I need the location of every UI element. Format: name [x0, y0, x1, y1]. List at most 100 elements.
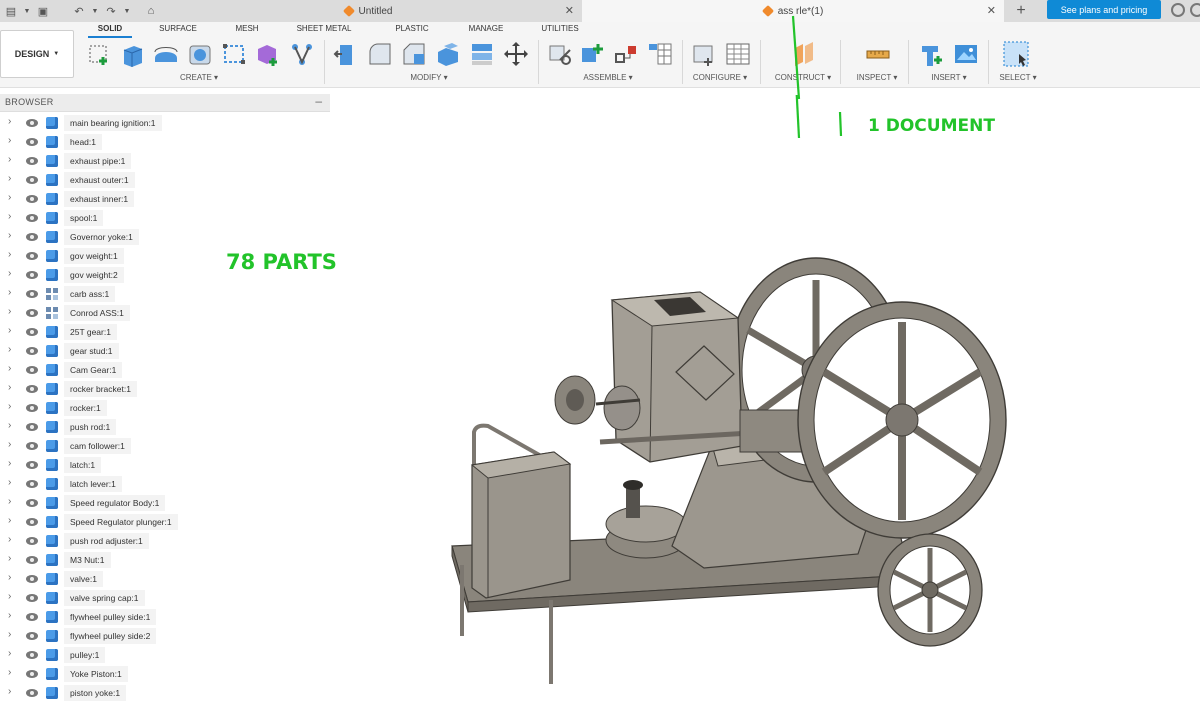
- joint-icon[interactable]: [578, 40, 606, 68]
- browser-item-label[interactable]: 25T gear:1: [64, 324, 117, 340]
- visibility-eye-icon[interactable]: [26, 233, 38, 241]
- expand-chevron-icon[interactable]: ›: [8, 268, 11, 279]
- visibility-eye-icon[interactable]: [26, 461, 38, 469]
- expand-chevron-icon[interactable]: ›: [8, 553, 11, 564]
- browser-item[interactable]: › valve spring cap:1: [0, 589, 330, 607]
- notifications-icon[interactable]: [1190, 3, 1200, 17]
- expand-chevron-icon[interactable]: ›: [8, 667, 11, 678]
- visibility-eye-icon[interactable]: [26, 157, 38, 165]
- assemble-menu[interactable]: ASSEMBLE ▾: [572, 73, 644, 85]
- loft-icon[interactable]: [220, 40, 248, 68]
- expand-chevron-icon[interactable]: ›: [8, 496, 11, 507]
- browser-item-label[interactable]: valve spring cap:1: [64, 590, 145, 606]
- extrude-icon[interactable]: [118, 40, 146, 68]
- expand-chevron-icon[interactable]: ›: [8, 249, 11, 260]
- save-icon[interactable]: ▣: [32, 0, 54, 22]
- modify-menu[interactable]: MODIFY ▾: [396, 73, 462, 85]
- browser-item-label[interactable]: Yoke Piston:1: [64, 666, 128, 682]
- insert-menu[interactable]: INSERT ▾: [918, 73, 980, 85]
- visibility-eye-icon[interactable]: [26, 423, 38, 431]
- bill-of-materials-icon[interactable]: [646, 40, 674, 68]
- browser-item[interactable]: › pulley:1: [0, 646, 330, 664]
- visibility-eye-icon[interactable]: [26, 594, 38, 602]
- expand-chevron-icon[interactable]: ›: [8, 420, 11, 431]
- new-component-icon[interactable]: [546, 40, 574, 68]
- expand-chevron-icon[interactable]: ›: [8, 344, 11, 355]
- browser-item-label[interactable]: M3 Nut:1: [64, 552, 111, 568]
- inspect-menu[interactable]: INSPECT ▾: [846, 73, 908, 85]
- visibility-eye-icon[interactable]: [26, 518, 38, 526]
- tab-utilities[interactable]: UTILITIES: [536, 24, 584, 38]
- visibility-eye-icon[interactable]: [26, 689, 38, 697]
- browser-item-label[interactable]: latch lever:1: [64, 476, 122, 492]
- browser-item[interactable]: › latch:1: [0, 456, 330, 474]
- visibility-eye-icon[interactable]: [26, 651, 38, 659]
- revolve-icon[interactable]: [152, 40, 180, 68]
- tab-mesh[interactable]: MESH: [228, 24, 266, 38]
- browser-item-label[interactable]: spool:1: [64, 210, 104, 226]
- browser-item-label[interactable]: Governor yoke:1: [64, 229, 139, 245]
- browser-item[interactable]: › valve:1: [0, 570, 330, 588]
- visibility-eye-icon[interactable]: [26, 499, 38, 507]
- browser-item-label[interactable]: Speed regulator Body:1: [64, 495, 166, 511]
- browser-item[interactable]: › head:1: [0, 133, 330, 151]
- derive-icon[interactable]: [288, 40, 316, 68]
- browser-item[interactable]: › Conrod ASS:1: [0, 304, 330, 322]
- visibility-eye-icon[interactable]: [26, 404, 38, 412]
- browser-item-label[interactable]: latch:1: [64, 457, 102, 473]
- browser-item[interactable]: › carb ass:1: [0, 285, 330, 303]
- visibility-eye-icon[interactable]: [26, 575, 38, 583]
- file-dropdown-icon[interactable]: ▼: [22, 0, 32, 22]
- expand-chevron-icon[interactable]: ›: [8, 363, 11, 374]
- configure-menu[interactable]: CONFIGURE ▾: [684, 73, 756, 85]
- visibility-eye-icon[interactable]: [26, 670, 38, 678]
- canvas-image-icon[interactable]: [952, 40, 980, 68]
- browser-item-label[interactable]: Conrod ASS:1: [64, 305, 130, 321]
- browser-item-label[interactable]: gear stud:1: [64, 343, 119, 359]
- visibility-eye-icon[interactable]: [26, 366, 38, 374]
- expand-chevron-icon[interactable]: ›: [8, 154, 11, 165]
- visibility-eye-icon[interactable]: [26, 556, 38, 564]
- expand-chevron-icon[interactable]: ›: [8, 116, 11, 127]
- browser-item-label[interactable]: rocker bracket:1: [64, 381, 137, 397]
- visibility-eye-icon[interactable]: [26, 537, 38, 545]
- measure-icon[interactable]: [864, 40, 892, 68]
- window-select-icon[interactable]: [1002, 40, 1030, 68]
- browser-item[interactable]: › flywheel pulley side:2: [0, 627, 330, 645]
- visibility-eye-icon[interactable]: [26, 195, 38, 203]
- visibility-eye-icon[interactable]: [26, 290, 38, 298]
- browser-item[interactable]: › spool:1: [0, 209, 330, 227]
- expand-chevron-icon[interactable]: ›: [8, 287, 11, 298]
- browser-item[interactable]: › push rod adjuster:1: [0, 532, 330, 550]
- browser-item-label[interactable]: piston yoke:1: [64, 685, 127, 701]
- expand-chevron-icon[interactable]: ›: [8, 306, 11, 317]
- tab-surface[interactable]: SURFACE: [152, 24, 204, 38]
- browser-item-label[interactable]: valve:1: [64, 571, 103, 587]
- browser-item-label[interactable]: gov weight:1: [64, 248, 124, 264]
- expand-chevron-icon[interactable]: ›: [8, 401, 11, 412]
- visibility-eye-icon[interactable]: [26, 328, 38, 336]
- job-status-icon[interactable]: [1171, 3, 1185, 17]
- visibility-eye-icon[interactable]: [26, 214, 38, 222]
- undo-dropdown-icon[interactable]: ▼: [90, 0, 100, 22]
- browser-item-label[interactable]: Speed Regulator plunger:1: [64, 514, 178, 530]
- visibility-eye-icon[interactable]: [26, 138, 38, 146]
- expand-chevron-icon[interactable]: ›: [8, 192, 11, 203]
- expand-chevron-icon[interactable]: ›: [8, 382, 11, 393]
- browser-item[interactable]: › Cam Gear:1: [0, 361, 330, 379]
- tab-solid[interactable]: SOLID: [88, 24, 132, 38]
- fillet-icon[interactable]: [366, 40, 394, 68]
- press-pull-icon[interactable]: [332, 40, 360, 68]
- chamfer-icon[interactable]: [400, 40, 428, 68]
- file-menu-icon[interactable]: ▤: [0, 0, 22, 22]
- tab-manage[interactable]: MANAGE: [462, 24, 510, 38]
- tab-plastic[interactable]: PLASTIC: [388, 24, 436, 38]
- visibility-eye-icon[interactable]: [26, 176, 38, 184]
- model-viewport[interactable]: [330, 95, 1200, 710]
- browser-item-label[interactable]: carb ass:1: [64, 286, 116, 302]
- browser-item[interactable]: › gear stud:1: [0, 342, 330, 360]
- create-sketch-icon[interactable]: [86, 40, 114, 68]
- browser-item-label[interactable]: exhaust pipe:1: [64, 153, 132, 169]
- browser-item-label[interactable]: push rod:1: [64, 419, 117, 435]
- sweep-icon[interactable]: [186, 40, 214, 68]
